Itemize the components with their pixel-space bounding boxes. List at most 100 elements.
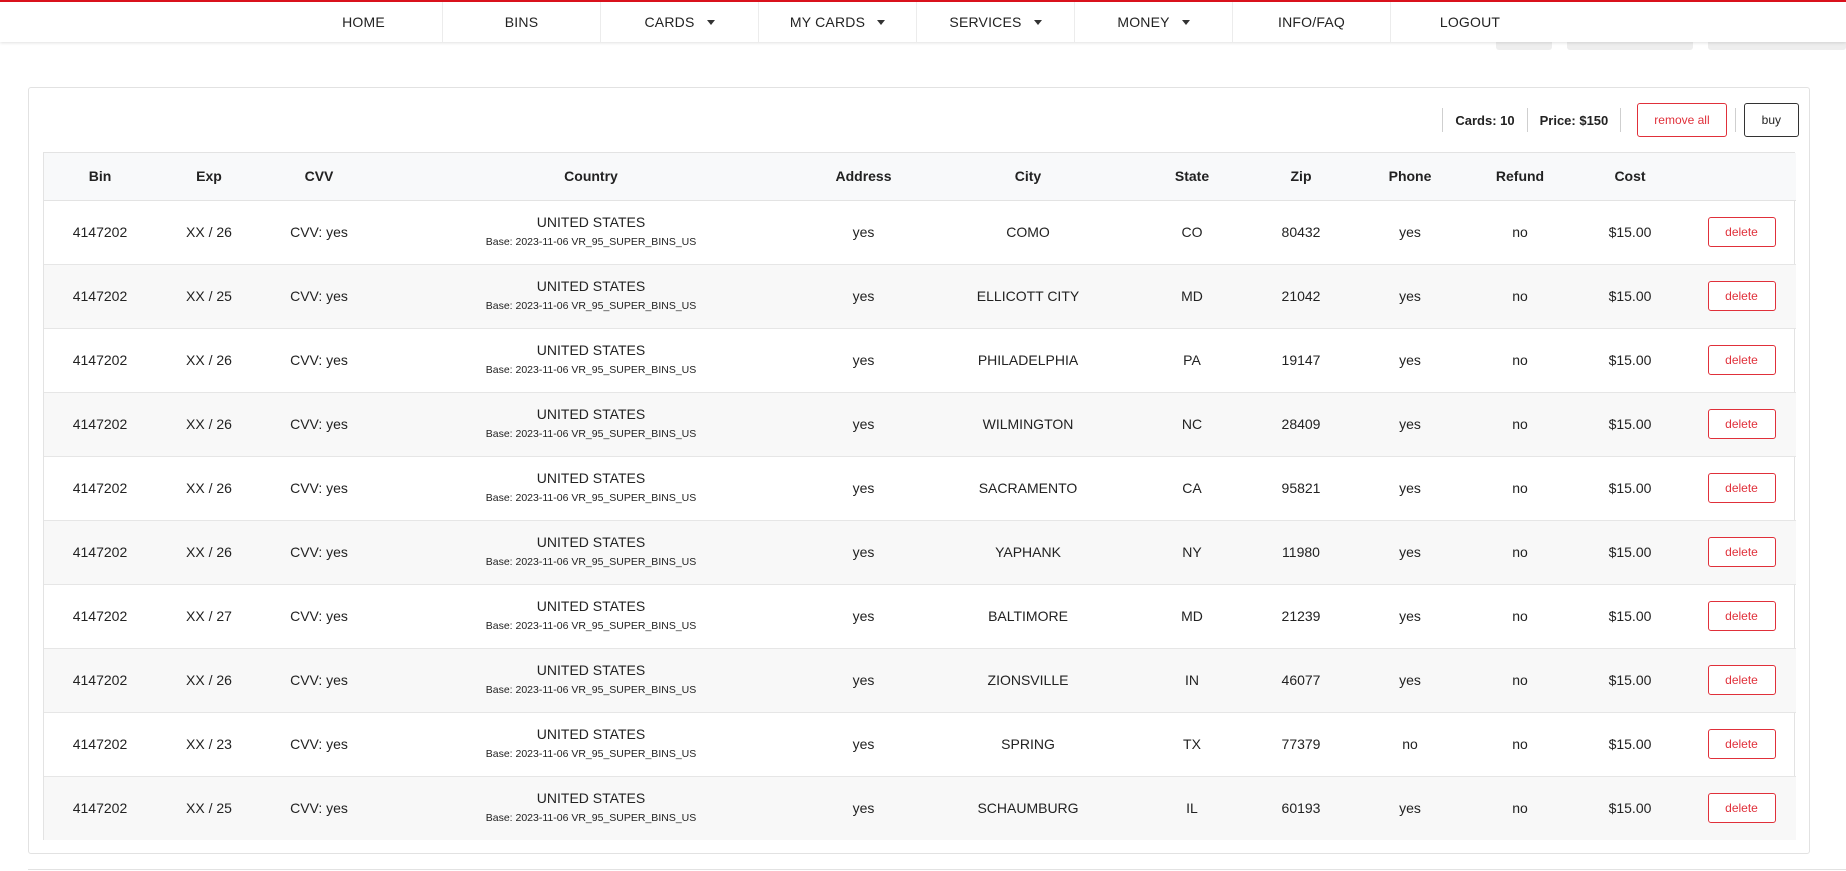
cell-city: BALTIMORE (988, 608, 1068, 624)
divider (1734, 108, 1736, 132)
table-row: 4147202 XX / 26 CVV: yes UNITED STATES B… (44, 456, 1796, 520)
cell-address: yes (852, 544, 875, 560)
delete-button[interactable]: delete (1707, 473, 1776, 503)
delete-button[interactable]: delete (1707, 665, 1776, 695)
country-name: UNITED STATES (536, 661, 646, 678)
delete-button[interactable]: delete (1707, 729, 1776, 759)
cell-cost: $15.00 (1608, 544, 1652, 560)
cell-state: IN (1185, 672, 1199, 688)
cell-address: yes (852, 288, 875, 304)
nav-item-money[interactable]: MONEY (1075, 2, 1233, 42)
delete-button[interactable]: delete (1707, 217, 1776, 247)
cell-cvv: CVV: yes (290, 544, 348, 560)
cell-country: UNITED STATES Base: 2023-11-06 VR_95_SUP… (376, 776, 806, 840)
nav-item-bins[interactable]: BINS (443, 2, 601, 42)
cell-refund: no (1512, 672, 1528, 688)
cell-bin: 4147202 (72, 672, 128, 688)
country-name: UNITED STATES (536, 597, 646, 614)
base-label: Base: 2023-11-06 VR_95_SUPER_BINS_US (485, 235, 697, 248)
cell-zip: 28409 (1281, 416, 1321, 432)
divider (28, 869, 1846, 870)
cell-country: UNITED STATES Base: 2023-11-06 VR_95_SUP… (376, 648, 806, 712)
cell-actions: delete (1687, 520, 1796, 584)
country-name: UNITED STATES (536, 725, 646, 742)
delete-button[interactable]: delete (1707, 345, 1776, 375)
cell-refund: no (1512, 288, 1528, 304)
cell-phone: yes (1399, 352, 1421, 368)
cell-cost: $15.00 (1608, 416, 1652, 432)
cell-refund: no (1512, 224, 1528, 240)
cell-cvv: CVV: yes (290, 288, 348, 304)
delete-button[interactable]: delete (1707, 793, 1776, 824)
cell-city: WILMINGTON (982, 416, 1074, 432)
caret-down-icon (706, 19, 715, 25)
cell-cost: $15.00 (1608, 352, 1652, 368)
divider (1620, 108, 1622, 132)
delete-button[interactable]: delete (1707, 537, 1776, 567)
remove-all-button[interactable]: remove all (1637, 103, 1727, 137)
cell-city: SACRAMENTO (978, 480, 1078, 496)
cell-cvv: CVV: yes (290, 224, 348, 240)
cell-state: TX (1183, 736, 1201, 752)
column-header-exp: Exp (156, 153, 262, 201)
cell-address: yes (852, 480, 875, 496)
table-row: 4147202 XX / 26 CVV: yes UNITED STATES B… (44, 328, 1796, 392)
cell-cvv: CVV: yes (290, 416, 348, 432)
nav-item-services[interactable]: SERVICES (917, 2, 1075, 42)
country-name: UNITED STATES (536, 789, 646, 806)
cell-phone: yes (1399, 288, 1421, 304)
cell-refund: no (1512, 544, 1528, 560)
top-navbar: HOME BINS CARDS MY CARDS SERVICES MONEY … (0, 0, 1846, 42)
cell-exp: XX / 25 (186, 288, 232, 304)
cell-city: SCHAUMBURG (977, 800, 1079, 817)
nav-item-cards[interactable]: CARDS (601, 2, 759, 42)
country-name: UNITED STATES (536, 533, 646, 550)
table-row: 4147202 XX / 26 CVV: yes UNITED STATES B… (44, 200, 1796, 264)
base-label: Base: 2023-11-06 VR_95_SUPER_BINS_US (485, 427, 697, 440)
caret-down-icon (1033, 19, 1042, 25)
cards-count: Cards: 10 (1455, 112, 1515, 128)
delete-button[interactable]: delete (1707, 601, 1776, 631)
nav-item-logout[interactable]: LOGOUT (1391, 2, 1549, 42)
table-row: 4147202 XX / 26 CVV: yes UNITED STATES B… (44, 648, 1796, 712)
cards-table: Bin Exp CVV Country Address City State Z… (44, 153, 1796, 840)
nav-item-home[interactable]: HOME (285, 2, 443, 42)
nav-item-label: CARDS (644, 14, 695, 30)
buy-button[interactable]: buy (1743, 103, 1799, 137)
cell-actions: delete (1687, 712, 1796, 776)
base-label: Base: 2023-11-06 VR_95_SUPER_BINS_US (485, 619, 697, 632)
nav-item-info-faq[interactable]: INFO/FAQ (1233, 2, 1391, 42)
nav-item-my-cards[interactable]: MY CARDS (759, 2, 917, 42)
divider (1526, 108, 1528, 132)
total-price: Price: $150 (1539, 112, 1609, 128)
cell-cvv: CVV: yes (290, 608, 348, 624)
cell-phone: yes (1399, 416, 1421, 432)
cell-exp: XX / 26 (186, 672, 232, 688)
delete-button[interactable]: delete (1707, 409, 1776, 439)
cell-exp: XX / 26 (186, 224, 232, 240)
delete-button[interactable]: delete (1707, 281, 1776, 311)
cell-refund: no (1512, 800, 1528, 817)
cell-bin: 4147202 (72, 608, 128, 624)
cell-city: COMO (1006, 224, 1050, 240)
cell-city: ZIONSVILLE (987, 672, 1069, 688)
cell-cost: $15.00 (1608, 608, 1652, 624)
cell-refund: no (1512, 736, 1528, 752)
column-header-country: Country (376, 153, 806, 201)
cell-bin: 4147202 (72, 224, 128, 240)
cell-refund: no (1512, 416, 1528, 432)
cell-zip: 19147 (1281, 352, 1321, 368)
cell-refund: no (1512, 352, 1528, 368)
cell-phone: no (1402, 736, 1418, 752)
cell-city: YAPHANK (995, 544, 1061, 560)
cell-country: UNITED STATES Base: 2023-11-06 VR_95_SUP… (376, 712, 806, 776)
cell-exp: XX / 25 (186, 800, 232, 817)
country-name: UNITED STATES (536, 469, 646, 486)
table-row: 4147202 XX / 27 CVV: yes UNITED STATES B… (44, 584, 1796, 648)
base-label: Base: 2023-11-06 VR_95_SUPER_BINS_US (485, 811, 697, 824)
table-row: 4147202 XX / 25 CVV: yes UNITED STATES B… (44, 264, 1796, 328)
base-label: Base: 2023-11-06 VR_95_SUPER_BINS_US (485, 747, 697, 760)
column-header-state: State (1135, 153, 1249, 201)
cell-cost: $15.00 (1608, 800, 1652, 817)
cell-bin: 4147202 (72, 480, 128, 496)
